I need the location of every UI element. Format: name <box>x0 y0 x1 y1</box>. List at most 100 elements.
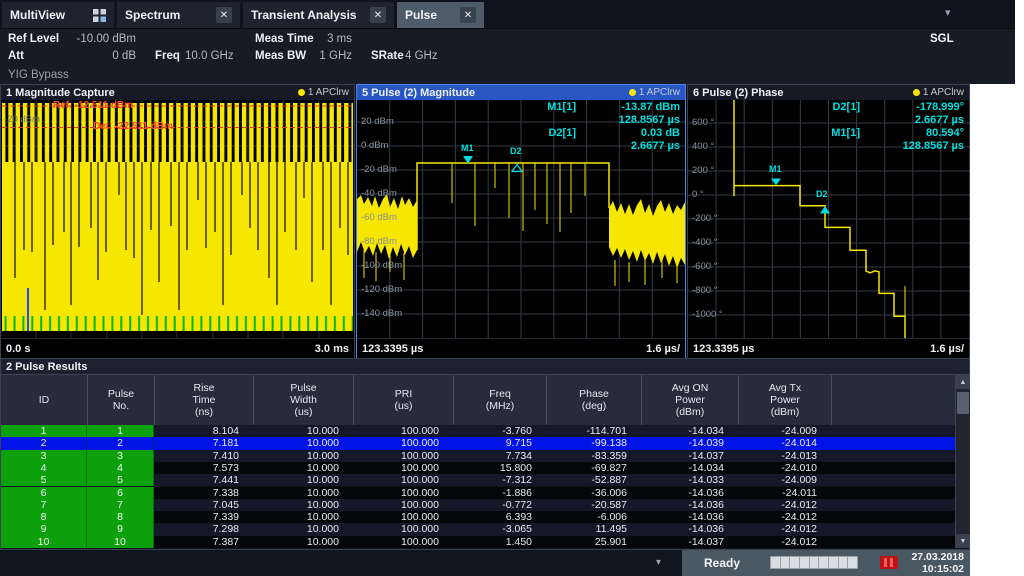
marker-m1-label[interactable]: M1 <box>769 164 782 174</box>
ref-level-value[interactable]: -10.00 dBm <box>60 33 136 45</box>
trace-label: 1 APClrw <box>308 87 349 98</box>
table-cell: -0.772 <box>453 499 546 511</box>
tab-multiview-label: MultiView <box>10 8 65 22</box>
window-pulse-phase-titlebar[interactable]: 6 Pulse (2) Phase 1 APClrw <box>688 85 969 100</box>
sweep-mode-badge: SGL <box>930 33 954 45</box>
table-cell: 7.339 <box>154 511 253 523</box>
status-bar-left-panel: ▾ <box>0 550 682 576</box>
table-cell: -36.006 <box>546 487 641 499</box>
trace-tag: 1 APClrw <box>298 87 349 98</box>
tab-multiview[interactable]: MultiView <box>2 2 114 28</box>
table-title[interactable]: 2 Pulse Results <box>1 359 969 375</box>
tab-spectrum[interactable]: Spectrum ✕ <box>117 2 240 28</box>
table-cell: -3.065 <box>453 523 546 535</box>
window-pulse-magnitude-titlebar[interactable]: 5 Pulse (2) Magnitude 1 APClrw <box>357 85 685 100</box>
close-icon[interactable]: ✕ <box>370 7 386 23</box>
table-cell: 10.000 <box>253 425 353 437</box>
table-cell: -24.013 <box>738 450 831 462</box>
table-cell: 9 <box>87 523 154 535</box>
pulse-phase-plot[interactable]: 600 °400 °200 °0 °-200 °-400 °-600 °-800… <box>688 100 969 338</box>
marker-m1-label[interactable]: M1 <box>461 143 474 153</box>
table-cell: 8 <box>87 511 154 523</box>
marker-d2-label[interactable]: D2 <box>816 189 828 199</box>
table-cell: 100.000 <box>353 511 453 523</box>
marker-value: -178.999° <box>876 101 964 114</box>
x-axis-bar: 123.3395 µs 1.6 µs/ <box>688 338 969 358</box>
freq-value[interactable]: 10.0 GHz <box>185 50 234 62</box>
table-cell: 1 <box>87 425 154 437</box>
magnitude-capture-plot[interactable]: Ref. -12.511 dBm Det. -22.511 dBm -20 dB… <box>1 100 354 338</box>
ready-status-label: Ready <box>704 556 740 570</box>
table-cell: -7.312 <box>453 474 546 486</box>
table-cell: -24.009 <box>738 425 831 437</box>
x-axis-scale: 1.6 µs/ <box>930 343 964 355</box>
tab-transient-analysis[interactable]: Transient Analysis ✕ <box>243 2 394 28</box>
table-row[interactable]: 777.04510.000100.000-0.772-20.587-14.036… <box>1 499 955 511</box>
marker-d2-label[interactable]: D2 <box>510 146 522 156</box>
tab-overflow-caret-icon[interactable]: ▾ <box>945 6 951 19</box>
marker-name <box>822 140 860 153</box>
table-cell: -14.039 <box>641 437 738 449</box>
scrollbar-thumb[interactable] <box>957 392 969 414</box>
date-time-display: 27.03.2018 10:15:02 <box>911 551 964 575</box>
pulse-magnitude-plot[interactable]: 20 dBm0 dBm-20 dBm-40 dBm-60 dBm-80 dBm-… <box>357 100 685 338</box>
table-cell: -24.010 <box>738 462 831 474</box>
table-cell: 100.000 <box>353 462 453 474</box>
instrument-screen: MultiView Spectrum ✕ Transient Analysis … <box>0 0 1024 576</box>
table-scrollbar[interactable]: ▲ ▼ <box>955 375 970 548</box>
table-cell: 6 <box>1 487 87 499</box>
table-row[interactable]: 667.33810.000100.000-1.886-36.006-14.036… <box>1 487 955 499</box>
x-axis-start: 123.3395 µs <box>362 343 423 355</box>
table-cell: -3.760 <box>453 425 546 437</box>
status-dropdown-caret-icon[interactable]: ▾ <box>656 557 661 568</box>
table-row[interactable]: 10107.38710.000100.0001.45025.901-14.037… <box>1 536 955 548</box>
meas-time-value[interactable]: 3 ms <box>295 33 352 45</box>
srate-value[interactable]: 4 GHz <box>405 50 438 62</box>
scroll-down-icon[interactable]: ▼ <box>956 534 970 548</box>
table-cell: 7.410 <box>154 450 253 462</box>
table-cell: -24.009 <box>738 474 831 486</box>
tab-pulse[interactable]: Pulse ✕ <box>397 2 484 28</box>
table-cell: 3 <box>1 450 87 462</box>
table-cell: 100.000 <box>353 523 453 535</box>
table-cell: 7.441 <box>154 474 253 486</box>
table-cell: 10.000 <box>253 536 353 548</box>
meas-bw-value[interactable]: 1 GHz <box>295 50 352 62</box>
window-title: 5 Pulse (2) Magnitude <box>362 87 475 99</box>
status-warning-icon <box>880 556 898 569</box>
table-cell: 2 <box>1 437 87 449</box>
table-cell: 7.387 <box>154 536 253 548</box>
table-cell: 25.901 <box>546 536 641 548</box>
scroll-up-icon[interactable]: ▲ <box>956 375 970 389</box>
table-row[interactable]: 337.41010.000100.0007.734-83.359-14.037-… <box>1 450 955 462</box>
table-cell: 100.000 <box>353 487 453 499</box>
table-cell: 10.000 <box>253 437 353 449</box>
table-row[interactable]: 227.18110.000100.0009.715-99.138-14.039-… <box>1 437 955 449</box>
marker-value: 80.594° <box>876 127 964 140</box>
x-axis-bar: 123.3395 µs 1.6 µs/ <box>357 338 685 358</box>
table-row[interactable]: 887.33910.000100.0006.393-6.006-14.036-2… <box>1 511 955 523</box>
table-cell: 7.734 <box>453 450 546 462</box>
table-cell: 7.181 <box>154 437 253 449</box>
table-header-filler <box>831 375 955 425</box>
table-row[interactable]: 447.57310.000100.00015.800-69.827-14.034… <box>1 462 955 474</box>
table-cell: 10.000 <box>253 523 353 535</box>
table-row[interactable]: 118.10410.000100.000-3.760-114.701-14.03… <box>1 425 955 437</box>
table-cell: -14.036 <box>641 511 738 523</box>
close-icon[interactable]: ✕ <box>460 7 476 23</box>
table-cell: -24.012 <box>738 499 831 511</box>
att-value[interactable]: 0 dB <box>60 50 136 62</box>
table-cell: 8.104 <box>154 425 253 437</box>
table-cell: -14.036 <box>641 487 738 499</box>
window-magnitude-capture-titlebar[interactable]: 1 Magnitude Capture 1 APClrw <box>1 85 354 100</box>
trace-color-dot-icon <box>298 89 305 96</box>
table-row[interactable]: 997.29810.000100.000-3.06511.495-14.036-… <box>1 523 955 535</box>
table-cell: -24.014 <box>738 437 831 449</box>
table-cell: -14.034 <box>641 425 738 437</box>
marker-value: 128.8567 µs <box>876 140 964 153</box>
table-cell: 10 <box>87 536 154 548</box>
y-axis-tick: -20 dBm <box>4 114 40 125</box>
table-cell: 7 <box>1 499 87 511</box>
table-row[interactable]: 557.44110.000100.000-7.312-52.887-14.033… <box>1 474 955 486</box>
close-icon[interactable]: ✕ <box>216 7 232 23</box>
